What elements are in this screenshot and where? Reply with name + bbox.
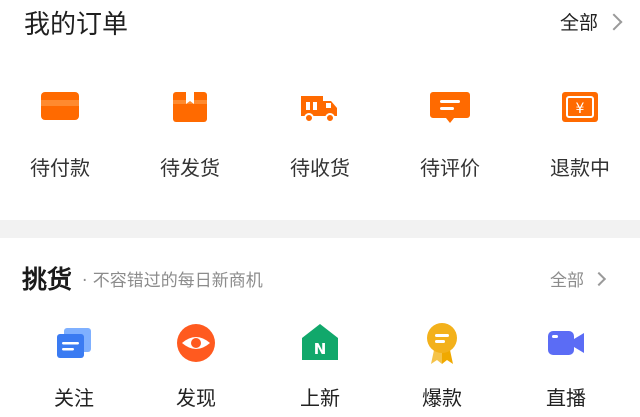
order-status-label: 待收货 — [290, 156, 350, 180]
picks-all-label: 全部 — [550, 271, 584, 291]
order-status-pending-payment[interactable]: 待付款 — [0, 84, 120, 181]
eye-icon — [173, 320, 219, 366]
pick-label: 上新 — [300, 386, 340, 410]
pick-label: 直播 — [546, 386, 586, 410]
order-status-label: 待付款 — [30, 156, 90, 180]
video-icon — [543, 320, 589, 366]
picks-subtitle: · 不容错过的每日新商机 — [82, 271, 263, 291]
order-status-refunding[interactable]: ¥ 退款中 — [520, 84, 640, 181]
picks-title: 挑货 — [22, 265, 73, 294]
pick-follow[interactable]: 关注 — [14, 320, 134, 411]
pick-hot[interactable]: 爆款 — [382, 320, 502, 411]
refund-icon: ¥ — [557, 84, 603, 130]
chevron-right-icon — [591, 271, 607, 287]
section-divider — [0, 220, 640, 238]
truck-icon — [297, 84, 343, 130]
pick-label: 关注 — [54, 386, 94, 410]
order-status-label: 待评价 — [420, 156, 480, 180]
medal-icon — [419, 320, 465, 366]
comment-icon — [427, 84, 473, 130]
pick-live[interactable]: 直播 — [506, 320, 626, 411]
chevron-right-icon — [605, 13, 623, 31]
new-house-icon: N — [297, 320, 343, 366]
svg-text:¥: ¥ — [576, 101, 585, 117]
order-status-label: 退款中 — [550, 156, 610, 180]
orders-all-label: 全部 — [559, 12, 598, 34]
box-icon — [167, 84, 213, 130]
orders-all-link[interactable]: 全部 — [559, 8, 623, 35]
pick-discover[interactable]: 发现 — [136, 320, 256, 411]
orders-title: 我的订单 — [24, 10, 129, 40]
order-status-to-review[interactable]: 待评价 — [390, 84, 510, 181]
order-status-to-ship[interactable]: 待发货 — [130, 84, 250, 181]
pick-new[interactable]: N 上新 — [260, 320, 380, 411]
follow-icon — [51, 320, 97, 366]
orders-section: 我的订单 全部 待付款 待发货 待收货 待评价 ¥ 退款中 — [0, 0, 640, 220]
order-status-to-receive[interactable]: 待收货 — [260, 84, 380, 181]
card-icon — [37, 84, 83, 130]
pick-label: 爆款 — [422, 386, 462, 410]
pick-label: 发现 — [176, 386, 216, 410]
svg-text:N: N — [314, 340, 327, 358]
order-status-label: 待发货 — [160, 156, 220, 180]
picks-all-link[interactable]: 全部 — [550, 266, 607, 291]
